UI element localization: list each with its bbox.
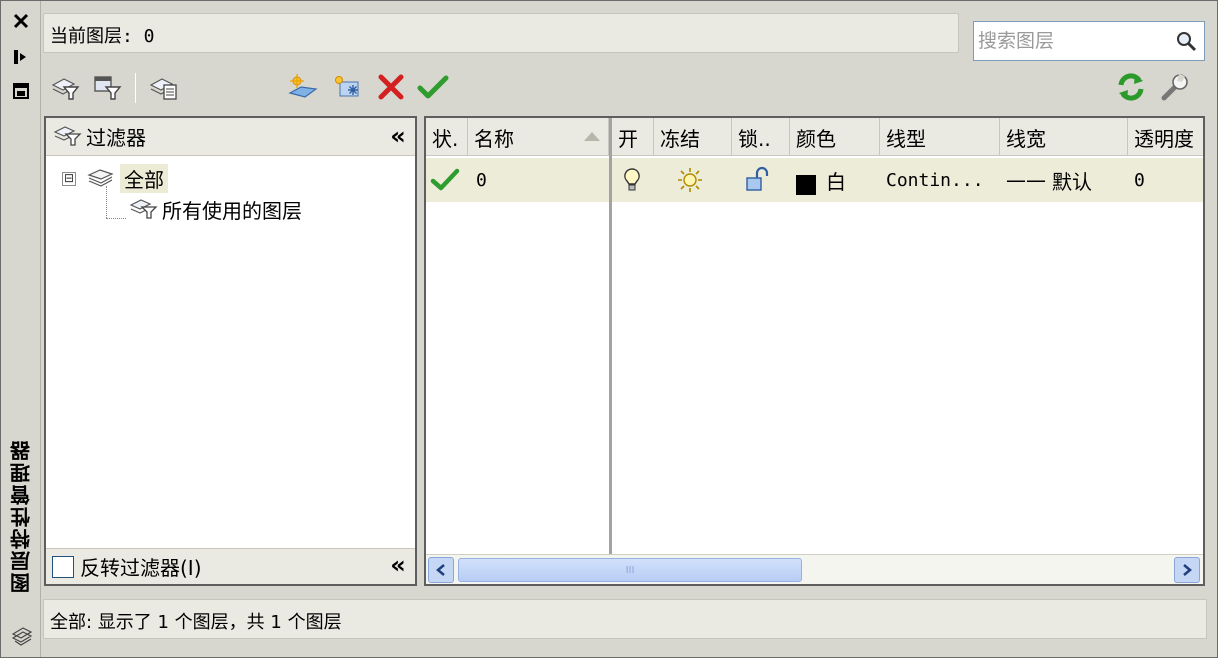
search-layers-input[interactable] [978,26,1173,56]
layer-transparency[interactable]: 0 [1134,158,1145,202]
column-header-status[interactable]: 状. [426,118,468,156]
palette-title: 图层特性管理器 [9,439,34,593]
layers-stack-icon [9,623,33,647]
scroll-left-button[interactable] [428,557,454,583]
refresh-icon[interactable] [1113,69,1149,105]
layer-color[interactable]: 白 [796,158,846,202]
properties-icon[interactable] [9,79,33,103]
filter-panel-header: 过滤器 « [46,118,415,156]
filter-panel-title: 过滤器 [86,126,146,150]
search-icon[interactable] [1173,28,1199,54]
layer-name[interactable]: 0 [476,158,487,202]
horizontal-scrollbar[interactable]: III [426,554,1203,584]
collapse-filters-button[interactable]: « [385,124,411,150]
layer-properties-manager-window: 图层特性管理器 当前图层: 0 搜索图层 过滤器 « ⊟ 全部 所有使用的图层 … [0,0,1218,658]
palette-title-strip: 图层特性管理器 [1,1,41,657]
column-header-name[interactable]: 名称 [468,118,609,156]
layer-list-grid: 状. 名称 开 冻结 锁.. 颜色 线型 线宽 透明度 0 白 Contin..… [424,116,1205,586]
new-property-filter-icon[interactable] [47,69,83,105]
toolbar-separator [135,73,136,103]
sort-ascending-icon [584,132,600,141]
tree-node-all[interactable]: ⊟ 全部 [62,164,168,193]
invert-filter-label: 反转过滤器(I) [80,556,202,580]
column-header-transparency[interactable]: 透明度 [1128,118,1203,156]
collapse-expander-icon[interactable]: ⊟ [62,171,76,186]
grid-column-splitter[interactable] [609,118,612,554]
grid-header: 状. 名称 开 冻结 锁.. 颜色 线型 线宽 透明度 [426,118,1203,156]
filter-icon [128,194,158,225]
tree-node-all-used-layers[interactable]: 所有使用的图层 [128,194,302,225]
auto-hide-icon[interactable] [9,45,33,69]
column-header-name-label: 名称 [474,126,514,151]
layers-stack-icon [86,165,116,192]
filter-panel-footer: 反转过滤器(I) « [46,548,415,584]
column-header-lock[interactable]: 锁.. [732,118,790,156]
unlocked-padlock-icon[interactable] [744,158,774,202]
scroll-right-button[interactable] [1174,557,1200,583]
tree-node-label: 全部 [120,164,168,193]
settings-wrench-icon[interactable] [1157,69,1193,105]
column-header-linetype[interactable]: 线型 [880,118,1000,156]
column-header-on[interactable]: 开 [612,118,654,156]
filter-tree-panel: 过滤器 « ⊟ 全部 所有使用的图层 反转过滤器(I) « [44,116,417,586]
color-swatch [796,175,816,195]
new-layer-icon[interactable] [285,69,321,105]
status-bar: 全部: 显示了 1 个图层，共 1 个图层 [43,599,1207,639]
lineweight-value: 默认 [1052,169,1092,194]
close-icon[interactable] [9,9,33,33]
light-bulb-on-icon[interactable] [622,158,642,202]
layer-states-manager-icon[interactable] [145,69,181,105]
new-group-filter-icon[interactable] [89,69,125,105]
layer-lineweight[interactable]: —— 默认 [1006,158,1092,202]
current-layer-check-icon[interactable] [430,158,460,202]
scroll-thumb[interactable]: III [458,558,802,582]
invert-filter-checkbox[interactable] [52,555,74,578]
set-current-icon[interactable] [415,69,451,105]
current-layer-label: 当前图层: 0 [43,13,959,53]
palette-content: 当前图层: 0 搜索图层 过滤器 « ⊟ 全部 所有使用的图层 反转过滤器(I)… [41,9,1211,651]
new-layer-vp-frozen-icon[interactable] [329,69,365,105]
layer-linetype[interactable]: Contin... [886,158,984,202]
delete-layer-icon[interactable] [373,69,409,105]
search-box [973,21,1205,61]
collapse-panel-button[interactable]: « [385,553,411,579]
color-name: 白 [826,169,846,194]
tree-connector [106,218,126,219]
filter-tree: ⊟ 全部 所有使用的图层 [46,158,415,546]
toolbar [41,69,1211,109]
sun-thawed-icon[interactable] [676,158,704,202]
filter-icon [52,121,82,152]
column-header-color[interactable]: 颜色 [790,118,880,156]
lineweight-sample: —— [1006,168,1046,192]
tree-node-label: 所有使用的图层 [162,199,302,223]
layer-row[interactable]: 0 白 Contin... —— 默认 0 [426,158,1203,202]
column-header-freeze[interactable]: 冻结 [654,118,732,156]
column-header-lineweight[interactable]: 线宽 [1000,118,1128,156]
